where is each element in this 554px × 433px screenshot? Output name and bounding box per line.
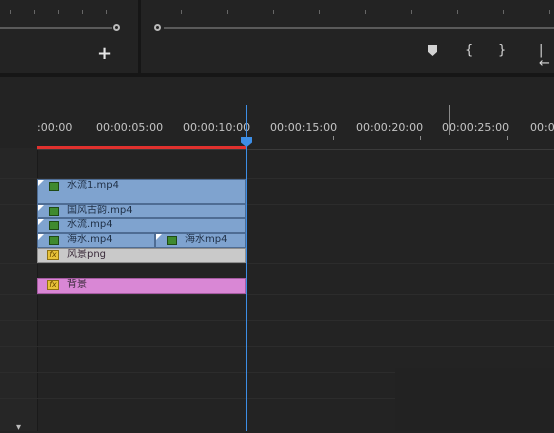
timecode-label: 00:00:10:00 xyxy=(183,121,251,134)
mini-tick xyxy=(411,10,412,14)
clip-haishui[interactable]: 海水.mp4 xyxy=(37,233,155,248)
empty-area xyxy=(395,368,554,431)
source-monitor-controls: + xyxy=(0,0,138,73)
program-monitor-controls xyxy=(141,0,554,73)
clip-name: 风景png xyxy=(67,249,107,260)
mini-tick xyxy=(181,10,182,14)
mark-out-icon[interactable]: } xyxy=(498,44,506,57)
fx-badge-icon xyxy=(49,182,59,191)
mini-scrub-bar[interactable] xyxy=(164,27,554,29)
track-divider xyxy=(0,294,554,295)
ruler-tick xyxy=(449,105,450,135)
mini-tick xyxy=(549,10,550,14)
go-to-in-icon[interactable]: |← xyxy=(539,44,554,70)
mini-tick xyxy=(34,10,35,14)
timecode-label: 00:00 xyxy=(530,121,554,134)
ruler-tick xyxy=(507,136,508,140)
mini-tick xyxy=(319,10,320,14)
mini-tick xyxy=(106,10,107,14)
mini-tick xyxy=(227,10,228,14)
fx-badge-icon xyxy=(49,221,59,230)
clip-haishui-2[interactable]: 海水mp4 xyxy=(155,233,246,248)
clip-name: 背景 xyxy=(67,279,87,290)
clip-corner-marker xyxy=(38,205,44,211)
scrub-end-handle[interactable] xyxy=(113,24,120,31)
timecode-label: 00:00:05:00 xyxy=(96,121,164,134)
fx-badge-icon xyxy=(49,236,59,245)
clip-corner-marker xyxy=(38,234,44,240)
scrub-start-handle[interactable] xyxy=(154,24,161,31)
mini-tick xyxy=(273,10,274,14)
mini-tick xyxy=(365,10,366,14)
fx-yellow-icon: fx xyxy=(47,280,59,290)
clip-fengjing[interactable]: fx 风景png xyxy=(37,248,246,263)
ruler-tick xyxy=(420,136,421,140)
track-header-column xyxy=(0,148,38,431)
clip-corner-marker xyxy=(156,234,162,240)
clip-name: 海水mp4 xyxy=(185,234,228,245)
timecode-label: 00:00:20:00 xyxy=(356,121,424,134)
fx-badge-icon xyxy=(167,236,177,245)
mini-tick xyxy=(10,10,11,14)
track-divider xyxy=(0,346,554,347)
mark-in-icon[interactable]: { xyxy=(465,44,473,57)
fx-yellow-icon: fx xyxy=(47,250,59,260)
track-divider xyxy=(0,263,554,264)
clip-guofeng[interactable]: 国风古韵.mp4 xyxy=(37,204,246,218)
clip-beijing[interactable]: fx 背景 xyxy=(37,278,246,294)
clip-corner-marker xyxy=(38,180,44,186)
track-toggle-icon[interactable]: ▾ xyxy=(16,422,21,433)
clip-name: 水流.mp4 xyxy=(67,219,113,230)
clip-name: 水流1.mp4 xyxy=(67,180,119,191)
mini-tick xyxy=(82,10,83,14)
mini-tick xyxy=(503,10,504,14)
playhead-line[interactable] xyxy=(246,105,247,431)
clip-corner-marker xyxy=(38,219,44,225)
ruler-tick xyxy=(333,136,334,140)
timecode-label: 00:00:25:00 xyxy=(442,121,510,134)
track-divider xyxy=(0,320,554,321)
timecode-label: :00:00 xyxy=(37,121,73,134)
clip-name: 海水.mp4 xyxy=(67,234,113,245)
add-button[interactable]: + xyxy=(97,45,112,63)
mini-tick xyxy=(58,10,59,14)
clip-name: 国风古韵.mp4 xyxy=(67,205,133,216)
clip-shuiliu[interactable]: 水流.mp4 xyxy=(37,218,246,233)
mini-scrub-bar[interactable] xyxy=(0,27,112,29)
clip-shuiliu1[interactable]: 水流1.mp4 xyxy=(37,179,246,204)
mini-tick xyxy=(457,10,458,14)
ruler-baseline xyxy=(37,149,554,150)
timecode-label: 00:00:15:00 xyxy=(270,121,338,134)
fx-badge-icon xyxy=(49,207,59,216)
